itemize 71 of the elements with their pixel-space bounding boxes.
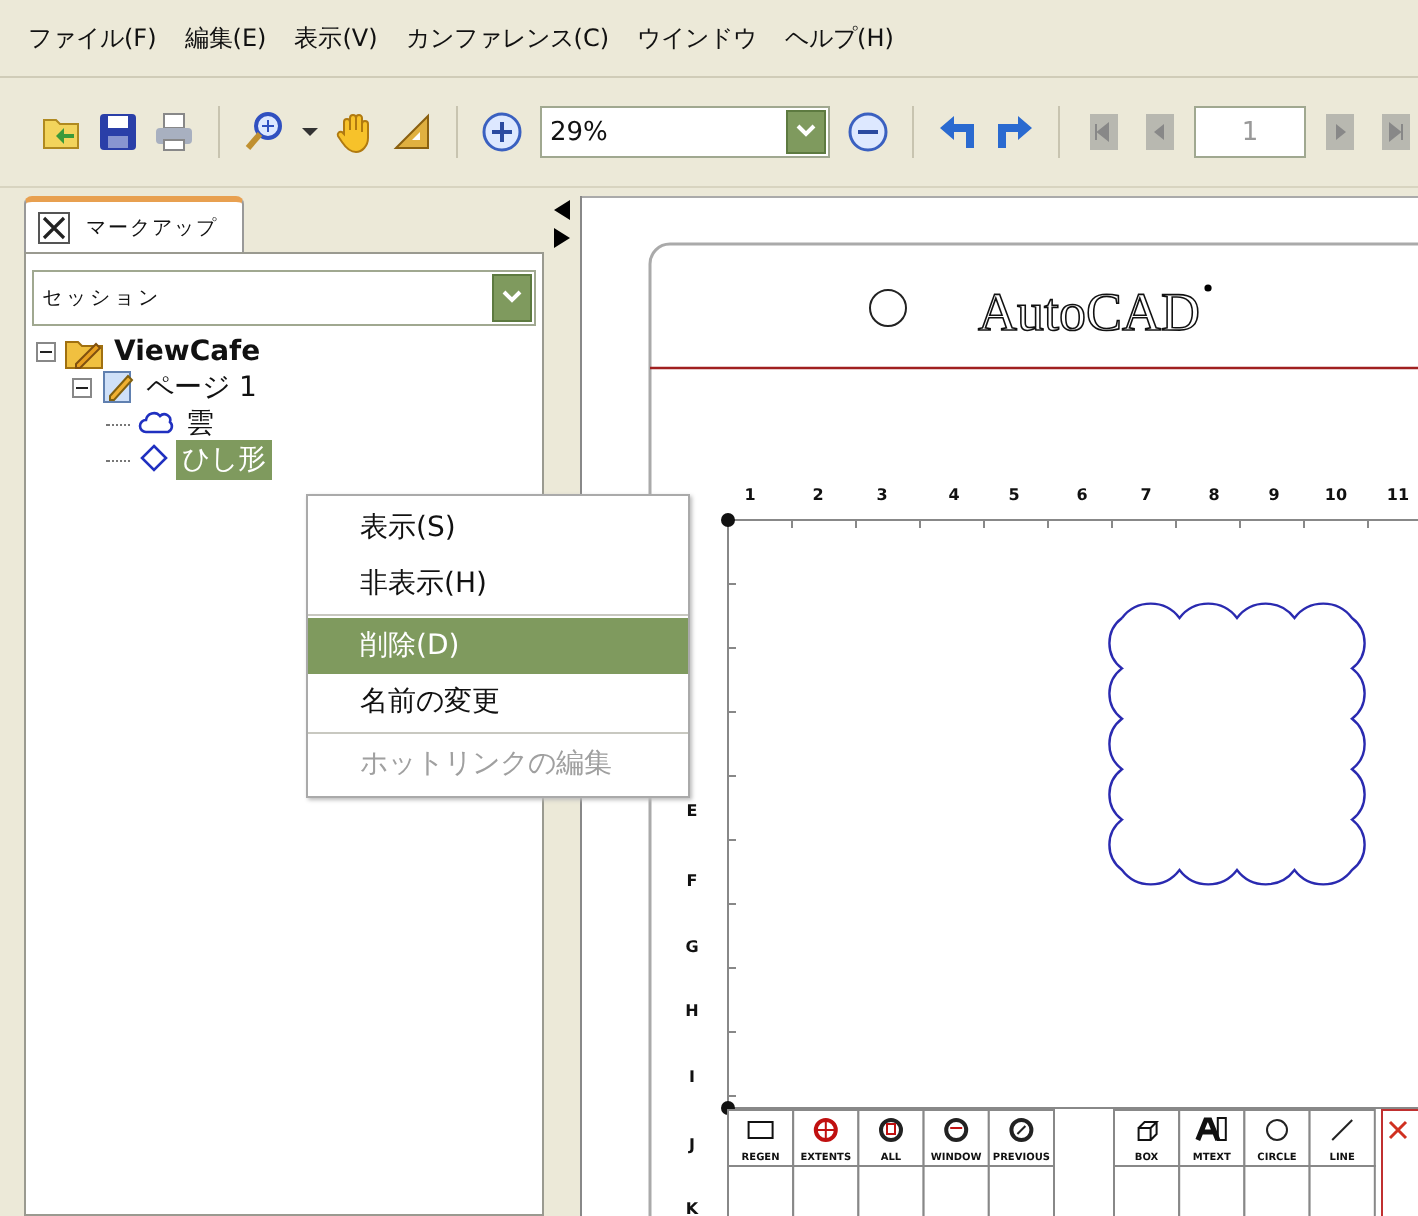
- menu-item[interactable]: 表示(S): [308, 500, 688, 556]
- command-button[interactable]: [857, 1165, 925, 1216]
- menu-item[interactable]: 編集(E): [184, 21, 267, 55]
- menu-item[interactable]: カンファレンス(C): [405, 21, 610, 55]
- menu-item[interactable]: 非表示(H): [308, 556, 688, 612]
- magnifier-icon[interactable]: [242, 110, 286, 154]
- zoom-dropdown[interactable]: 29%: [540, 106, 830, 158]
- session-dropdown[interactable]: セッション: [32, 270, 536, 326]
- ruler-icon[interactable]: [390, 110, 434, 154]
- command-button[interactable]: [1113, 1165, 1181, 1216]
- menu-item[interactable]: ヘルプ(H): [785, 21, 894, 55]
- zoom-in-icon[interactable]: [480, 110, 524, 154]
- collapse-icon[interactable]: [72, 378, 92, 398]
- save-icon[interactable]: [96, 110, 140, 154]
- chevron-down-icon: [502, 290, 522, 306]
- ruler-label: E: [686, 802, 698, 820]
- ruler-label: H: [685, 1002, 699, 1020]
- markup-tab[interactable]: マークアップ: [24, 196, 244, 252]
- tree-item[interactable]: ViewCafe: [108, 334, 267, 370]
- ruler-label: F: [686, 872, 698, 890]
- drawing-title: AutoCAD: [978, 282, 1201, 342]
- menu-item[interactable]: ファイル(F): [28, 21, 157, 55]
- collapse-icon[interactable]: [36, 342, 56, 362]
- menu-item[interactable]: 表示(V): [294, 21, 378, 55]
- collapse-arrows-icon[interactable]: [554, 200, 570, 248]
- command-icon: [813, 1118, 838, 1142]
- ruler-label: 3: [876, 486, 888, 504]
- forward-arrow-icon[interactable]: [992, 110, 1036, 154]
- ruler-label: 1: [744, 486, 756, 504]
- close-button[interactable]: [1381, 1109, 1418, 1216]
- command-button[interactable]: [1308, 1165, 1376, 1216]
- ruler-label: G: [685, 938, 699, 956]
- command-icon: [747, 1121, 774, 1139]
- ruler-label: J: [689, 1136, 695, 1154]
- zoom-out-icon[interactable]: [846, 110, 890, 154]
- ruler-label: 6: [1076, 486, 1088, 504]
- trademark-dot: [1204, 284, 1212, 292]
- ruler-label: 11: [1386, 486, 1410, 504]
- command-icon: [1009, 1118, 1034, 1142]
- ruler-label: 4: [948, 486, 960, 504]
- command-icon: [879, 1118, 903, 1142]
- circle-mark: [869, 289, 907, 327]
- back-arrow-icon[interactable]: [936, 110, 980, 154]
- command-icon: [944, 1118, 969, 1142]
- command-button[interactable]: [727, 1165, 795, 1216]
- command-icon: [1195, 1117, 1227, 1143]
- command-icon: [1137, 1121, 1159, 1141]
- tree-item[interactable]: ページ 1: [140, 368, 263, 408]
- chevron-down-icon: [796, 124, 816, 140]
- ruler-label: 9: [1268, 486, 1280, 504]
- ruler-label: 8: [1208, 486, 1220, 504]
- menu-item[interactable]: ウインドウ: [637, 21, 758, 55]
- ruler-label: 7: [1140, 486, 1152, 504]
- page-icon: [100, 368, 136, 408]
- command-button[interactable]: [922, 1165, 990, 1216]
- command-button[interactable]: [792, 1165, 860, 1216]
- ruler-label: K: [685, 1200, 699, 1216]
- origin-dot: [721, 513, 735, 527]
- menu-item[interactable]: 名前の変更: [308, 674, 688, 730]
- command-icon: [1266, 1119, 1288, 1141]
- command-button[interactable]: [1178, 1165, 1246, 1216]
- ruler-label: 2: [812, 486, 824, 504]
- command-button[interactable]: [987, 1165, 1055, 1216]
- command-button[interactable]: [1243, 1165, 1311, 1216]
- close-icon[interactable]: [38, 211, 70, 243]
- ruler-label: I: [689, 1068, 695, 1086]
- tree-item[interactable]: 雲: [180, 404, 220, 444]
- command-icon: [1331, 1119, 1354, 1141]
- printer-icon[interactable]: [152, 110, 196, 154]
- ruler-label: 5: [1008, 486, 1020, 504]
- ruler-label: 10: [1324, 486, 1348, 504]
